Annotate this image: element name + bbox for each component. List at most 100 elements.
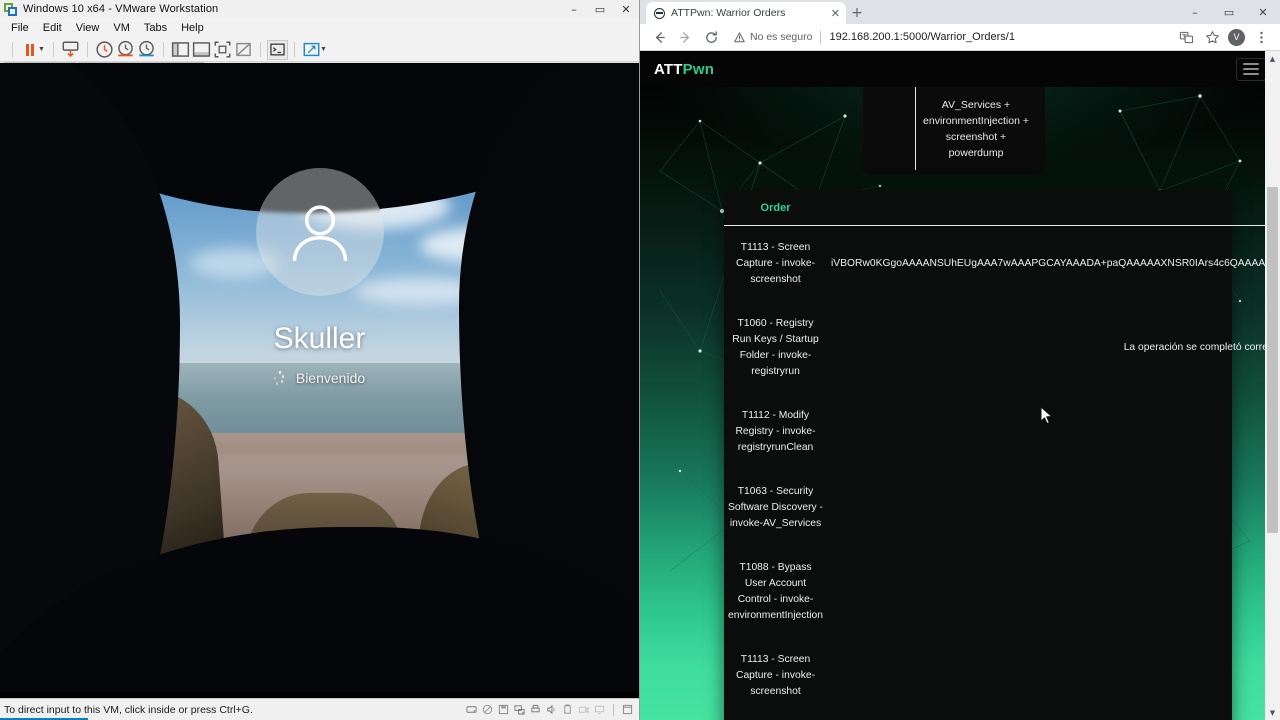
stretch-guest-button[interactable]: [301, 40, 322, 60]
clock-manager-icon: [139, 40, 154, 57]
revert-snapshot-button[interactable]: [115, 40, 136, 60]
printer-icon[interactable]: [530, 704, 541, 715]
new-tab-button[interactable]: +: [846, 2, 868, 24]
network-icon[interactable]: [514, 704, 525, 715]
sound-icon[interactable]: [546, 704, 557, 715]
toolbar-separator: [12, 42, 13, 57]
cell-order: T1088 - Bypass User Account Control - in…: [728, 562, 824, 621]
loading-spinner-icon: [273, 371, 286, 385]
window-icon[interactable]: [622, 704, 633, 715]
display-icon[interactable]: [594, 704, 605, 715]
show-thumbnail-bar-button[interactable]: [191, 40, 212, 60]
cell-result: iVBORw0KGgoAAAANSUhEUgAAA7wAAAPGCAYAAADA…: [831, 258, 1280, 269]
cell-order: T1060 - Registry Run Keys / Startup Fold…: [732, 318, 819, 377]
omnibox-divider: [820, 30, 822, 44]
vmware-titlebar: Windows 10 x64 - VMware Workstation – ▭ …: [0, 0, 639, 18]
menu-help[interactable]: Help: [174, 20, 211, 36]
vm-guest-screen[interactable]: Skuller Bienvenido: [0, 63, 639, 697]
hamburger-menu-icon[interactable]: [1236, 57, 1266, 81]
caret-down-icon[interactable]: ▼: [38, 46, 45, 53]
usb-icon[interactable]: [562, 704, 573, 715]
scrollbar-thumb[interactable]: [1267, 187, 1278, 533]
close-icon[interactable]: ✕: [831, 7, 840, 20]
cell-order: T1063 - Security Software Discovery - in…: [728, 486, 823, 529]
security-status-text: No es seguro: [750, 31, 813, 43]
url-text[interactable]: 192.168.200.1:5000/Warrior_Orders/1: [829, 31, 1014, 43]
caret-down-icon[interactable]: ▼: [320, 46, 327, 53]
table-row: T1113 - Screen Capture - invoke-screensh…: [724, 638, 1280, 714]
console-icon: [270, 43, 285, 56]
menu-file[interactable]: File: [4, 20, 36, 36]
login-status: Bienvenido: [273, 370, 365, 386]
app-navbar: ATTPwn: [640, 51, 1280, 87]
menu-edit[interactable]: Edit: [36, 20, 69, 36]
console-view-button[interactable]: [266, 39, 288, 60]
panel-bottom-icon: [192, 42, 211, 57]
forward-arrow-icon: [679, 31, 689, 43]
hard-disk-icon[interactable]: [466, 704, 477, 715]
vmware-minimize-button[interactable]: –: [561, 0, 587, 18]
cell-order: T1113 - Screen Capture - invoke-screensh…: [736, 242, 815, 285]
chrome-menu-button[interactable]: [1248, 24, 1274, 50]
send-ctrl-alt-del-button[interactable]: [60, 40, 81, 60]
windows-login-panel: Skuller Bienvenido: [0, 168, 639, 386]
snapshot-manager-button[interactable]: [136, 40, 157, 60]
attack-plan-node[interactable]: AV_Services + environmentInjection + scr…: [863, 82, 1045, 175]
node-divider: [915, 87, 916, 170]
camera-icon[interactable]: [578, 704, 589, 715]
bookmark-button[interactable]: [1199, 24, 1225, 50]
reload-button[interactable]: [698, 24, 724, 50]
user-avatar-icon: [292, 205, 347, 262]
table-row: T1003 - Credential Dumping - invoke-powe…: [724, 714, 1280, 720]
chrome-close-button[interactable]: ✕: [1246, 0, 1280, 24]
app-brand[interactable]: ATTPwn: [654, 61, 714, 78]
unity-mode-button[interactable]: [233, 40, 254, 60]
page-scrollbar[interactable]: ▲ ▼: [1265, 51, 1280, 720]
table-row: T1060 - Registry Run Keys / Startup Fold…: [724, 302, 1280, 394]
address-bar[interactable]: No es seguro 192.168.200.1:5000/Warrior_…: [728, 27, 1169, 47]
star-icon: [1205, 30, 1219, 43]
show-sidebar-button[interactable]: [170, 40, 191, 60]
fullscreen-icon: [214, 41, 231, 58]
vmware-window-title: Windows 10 x64 - VMware Workstation: [23, 3, 219, 15]
vmware-close-button[interactable]: ✕: [613, 0, 639, 18]
reload-icon: [705, 30, 717, 43]
chrome-minimize-button[interactable]: –: [1178, 0, 1212, 24]
floppy-icon[interactable]: [498, 704, 509, 715]
cell-order: T1003 - Credential Dumping - invoke-powe…: [724, 714, 827, 720]
translate-button[interactable]: [1173, 24, 1199, 50]
profile-avatar[interactable]: V: [1228, 28, 1245, 46]
column-header-result: Result: [827, 190, 1280, 226]
vmware-window-controls: – ▭ ✕: [561, 0, 639, 18]
vmware-logo-icon: [4, 2, 17, 16]
toolbar-separator: [52, 42, 54, 57]
orders-table: Order Result Complete Finished T1113 - S…: [724, 190, 1280, 720]
table-row: T1113 - Screen Capture - invoke-screensh…: [724, 226, 1280, 303]
suspend-button[interactable]: [19, 40, 40, 60]
full-screen-button[interactable]: [212, 40, 233, 60]
browser-tab-attpwn[interactable]: ATTPwn: Warrior Orders ✕: [646, 2, 846, 24]
forward-button[interactable]: [672, 24, 698, 50]
back-button[interactable]: [646, 24, 672, 50]
snapshot-button[interactable]: [94, 40, 115, 60]
cell-result: La operación se completó correctamente. …: [1123, 342, 1280, 353]
browser-tab-title: ATTPwn: Warrior Orders: [671, 7, 786, 19]
scroll-down-arrow-icon[interactable]: ▼: [1265, 705, 1280, 720]
clock-revert-icon: [118, 40, 133, 57]
keyboard-send-icon: [62, 41, 79, 58]
vmware-device-icons: [466, 703, 637, 716]
menu-tabs[interactable]: Tabs: [137, 20, 174, 36]
menu-view[interactable]: View: [69, 20, 107, 36]
table-row: T1063 - Security Software Discovery - in…: [724, 470, 1280, 546]
menu-vm[interactable]: VM: [106, 20, 137, 36]
vmware-menubar: File Edit View VM Tabs Help: [0, 18, 639, 38]
table-header-row: Order Result Complete Finished: [724, 190, 1280, 226]
cd-dvd-icon[interactable]: [482, 704, 493, 715]
vmware-maximize-button[interactable]: ▭: [587, 0, 613, 18]
column-header-order: Order: [724, 190, 828, 226]
three-dots-menu-icon: [1259, 31, 1263, 43]
chrome-maximize-button[interactable]: ▭: [1212, 0, 1246, 24]
scroll-up-arrow-icon[interactable]: ▲: [1265, 51, 1280, 66]
mouse-cursor: [1040, 406, 1053, 425]
back-arrow-icon: [655, 31, 665, 43]
